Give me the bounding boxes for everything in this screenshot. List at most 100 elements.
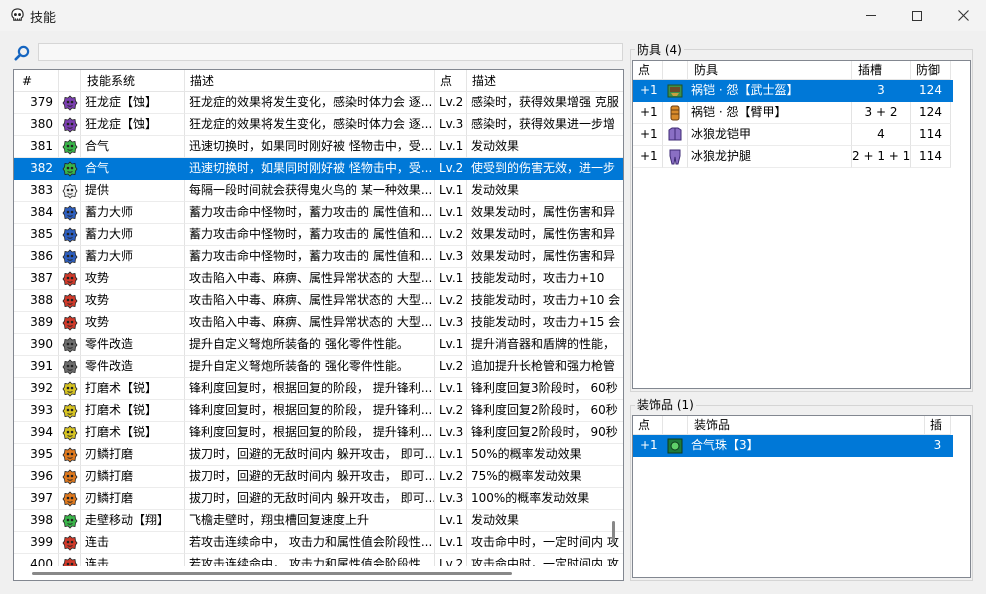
decoration-row[interactable]: +1 合气珠【3】 3 [633, 435, 953, 457]
skill-name: 打磨术【锐】 [81, 422, 185, 444]
skill-row[interactable]: 399 连击 若攻击连续命中， 攻击力和属性值会阶段性... Lv.1 攻击命中时，一定… [14, 532, 623, 554]
skill-row[interactable]: 380 狂龙症【蚀】 狂龙症的效果将发生变化，感染时体力会 逐... Lv.3 感染时，… [14, 114, 623, 136]
skill-gem-icon [62, 315, 78, 331]
maximize-button[interactable] [894, 0, 940, 31]
skill-number: 396 [14, 466, 59, 488]
skill-row[interactable]: 394 打磨术【锐】 锋利度回复时，根据回复的阶段， 提升锋利... Lv.3 锋利度回… [14, 422, 623, 444]
armor-row[interactable]: +1 冰狼龙铠甲 4 114 [633, 124, 953, 146]
skill-name: 走壁移动【翔】 [81, 510, 185, 532]
skill-row[interactable]: 398 走壁移动【翔】 飞檐走壁时，翔虫槽回复速度上升 Lv.1 发动效果 [14, 510, 623, 532]
armor-header-icon[interactable] [663, 61, 688, 80]
decoration-header-point[interactable]: 点 [633, 416, 663, 435]
skill-name: 提供 [81, 180, 185, 202]
leg-armor-icon [669, 149, 681, 165]
close-button[interactable] [940, 0, 986, 31]
armor-defense: 114 [911, 124, 951, 146]
skill-level: Lv.1 [435, 136, 467, 158]
skill-row[interactable]: 382 合气 迅速切换时，如果同时刚好被 怪物击中，受... Lv.2 使受到的伤害无效… [14, 158, 623, 180]
decoration-list[interactable]: 点 装饰品 插 +1 合气珠【3】 3 [632, 415, 971, 578]
skill-icon-cell [59, 356, 81, 378]
skill-gem-icon [62, 513, 78, 529]
title-bar: 技能 [0, 0, 986, 31]
skill-level: Lv.3 [435, 246, 467, 268]
skill-row[interactable]: 397 刃鳞打磨 拔刀时，回避的无敌时间内 躲开攻击， 即可... Lv.3 100%的… [14, 488, 623, 510]
skill-gem-icon [62, 117, 78, 133]
skill-icon-cell [59, 532, 81, 554]
skill-number: 399 [14, 532, 59, 554]
skill-description: 迅速切换时，如果同时刚好被 怪物击中，受... [185, 136, 435, 158]
armor-header-name[interactable]: 防具 [688, 61, 852, 80]
skill-row[interactable]: 383 提供 每隔一段时间就会获得鬼火鸟的 某一种效果... Lv.1 发动效果 [14, 180, 623, 202]
skill-icon-cell [59, 136, 81, 158]
skill-description: 拔刀时，回避的无敌时间内 躲开攻击， 即可... [185, 466, 435, 488]
skill-row[interactable]: 396 刃鳞打磨 拔刀时，回避的无敌时间内 躲开攻击， 即可... Lv.2 75%的概… [14, 466, 623, 488]
armor-row[interactable]: +1 冰狼龙护腿 2 + 1 + 1 114 [633, 146, 953, 168]
armor-icon-cell [663, 80, 688, 102]
skill-name: 狂龙症【蚀】 [81, 114, 185, 136]
skill-description: 蓄力攻击命中怪物时，蓄力攻击的 属性值和... [185, 224, 435, 246]
decoration-header-icon[interactable] [663, 416, 688, 435]
skill-name: 狂龙症【蚀】 [81, 92, 185, 114]
horizontal-scrollbar[interactable] [14, 566, 623, 580]
skill-description: 迅速切换时，如果同时刚好被 怪物击中，受... [185, 158, 435, 180]
skill-level: Lv.3 [435, 422, 467, 444]
armor-header-defense[interactable]: 防御 [911, 61, 951, 80]
skill-row[interactable]: 385 蓄力大师 蓄力攻击命中怪物时，蓄力攻击的 属性值和... Lv.2 效果发动时，… [14, 224, 623, 246]
skill-number: 398 [14, 510, 59, 532]
column-header-icon[interactable] [59, 70, 81, 92]
skill-row[interactable]: 392 打磨术【锐】 锋利度回复时，根据回复的阶段， 提升锋利... Lv.1 锋利度回… [14, 378, 623, 400]
skill-row[interactable]: 381 合气 迅速切换时，如果同时刚好被 怪物击中，受... Lv.1 发动效果 [14, 136, 623, 158]
skill-row[interactable]: 395 刃鳞打磨 拔刀时，回避的无敌时间内 躲开攻击， 即可... Lv.1 50%的概… [14, 444, 623, 466]
skill-number: 386 [14, 246, 59, 268]
skill-icon-cell [59, 510, 81, 532]
skill-icon-cell [59, 92, 81, 114]
skill-number: 392 [14, 378, 59, 400]
armor-row[interactable]: +1 祸铠 · 怨【武士盔】 3 124 [633, 80, 953, 102]
skill-row[interactable]: 391 零件改造 提升自定义弩炮所装备的 强化零件性能。 Lv.2 追加提升长枪管和强力… [14, 356, 623, 378]
vertical-scrollbar[interactable] [612, 521, 615, 543]
skill-list[interactable]: # 技能系统 描述 点 描述 379 狂龙症【蚀】 狂龙症的效果将发生变化，感染时体… [13, 69, 624, 581]
skill-row[interactable]: 388 攻势 攻击陷入中毒、麻痹、属性异常状态的 大型... Lv.2 技能发动时，攻击… [14, 290, 623, 312]
skill-description: 拔刀时，回避的无敌时间内 躲开攻击， 即可... [185, 444, 435, 466]
skill-number: 388 [14, 290, 59, 312]
skill-number: 381 [14, 136, 59, 158]
skill-row[interactable]: 389 攻势 攻击陷入中毒、麻痹、属性异常状态的 大型... Lv.3 技能发动时，攻击… [14, 312, 623, 334]
column-header-desc[interactable]: 描述 [185, 70, 435, 92]
decoration-header-slots[interactable]: 插 [925, 416, 951, 435]
skill-row[interactable]: 386 蓄力大师 蓄力攻击命中怪物时，蓄力攻击的 属性值和... Lv.3 效果发动时，… [14, 246, 623, 268]
skill-row[interactable]: 379 狂龙症【蚀】 狂龙症的效果将发生变化，感染时体力会 逐... Lv.2 感染时，… [14, 92, 623, 114]
armor-icon-cell [663, 124, 688, 146]
armor-header-point[interactable]: 点 [633, 61, 663, 80]
column-header-point[interactable]: 点 [435, 70, 467, 92]
skill-gem-icon [62, 271, 78, 287]
armor-list[interactable]: 点 防具 插槽 防御 +1 祸铠 · 怨【武士盔】 3 124 +1 祸铠 · 怨【臂甲】… [632, 60, 971, 389]
skill-row[interactable]: 390 零件改造 提升自定义弩炮所装备的 强化零件性能。 Lv.1 提升消音器和盾牌的性… [14, 334, 623, 356]
skill-name: 攻势 [81, 312, 185, 334]
skill-level: Lv.1 [435, 532, 467, 554]
skill-number: 382 [14, 158, 59, 180]
minimize-button[interactable] [848, 0, 894, 31]
skill-effect: 锋利度回复2阶段时， 60秒 [467, 400, 623, 422]
skill-name: 刃鳞打磨 [81, 466, 185, 488]
horizontal-scroll-thumb[interactable] [32, 572, 512, 575]
column-header-num[interactable]: # [14, 70, 59, 92]
skill-level: Lv.1 [435, 444, 467, 466]
decoration-header-name[interactable]: 装饰品 [688, 416, 925, 435]
skill-row[interactable]: 384 蓄力大师 蓄力攻击命中怪物时，蓄力攻击的 属性值和... Lv.1 效果发动时，… [14, 202, 623, 224]
skill-icon-cell [59, 268, 81, 290]
armor-row[interactable]: +1 祸铠 · 怨【臂甲】 3 + 2 124 [633, 102, 953, 124]
search-input[interactable] [38, 43, 623, 61]
skill-name: 打磨术【锐】 [81, 378, 185, 400]
search-icon[interactable] [14, 45, 30, 61]
skill-level: Lv.2 [435, 290, 467, 312]
column-header-effect[interactable]: 描述 [467, 70, 623, 92]
armor-header-slots[interactable]: 插槽 [852, 61, 911, 80]
skill-description: 提升自定义弩炮所装备的 强化零件性能。 [185, 334, 435, 356]
skill-row[interactable]: 387 攻势 攻击陷入中毒、麻痹、属性异常状态的 大型... Lv.1 技能发动时，攻击… [14, 268, 623, 290]
column-header-skill[interactable]: 技能系统 [81, 70, 185, 92]
armor-name: 冰狼龙铠甲 [688, 124, 852, 146]
skill-number: 395 [14, 444, 59, 466]
skill-effect: 技能发动时，攻击力+10 会 [467, 290, 623, 312]
armor-name: 祸铠 · 怨【武士盔】 [688, 80, 852, 102]
skill-row[interactable]: 393 打磨术【锐】 锋利度回复时，根据回复的阶段， 提升锋利... Lv.2 锋利度回… [14, 400, 623, 422]
